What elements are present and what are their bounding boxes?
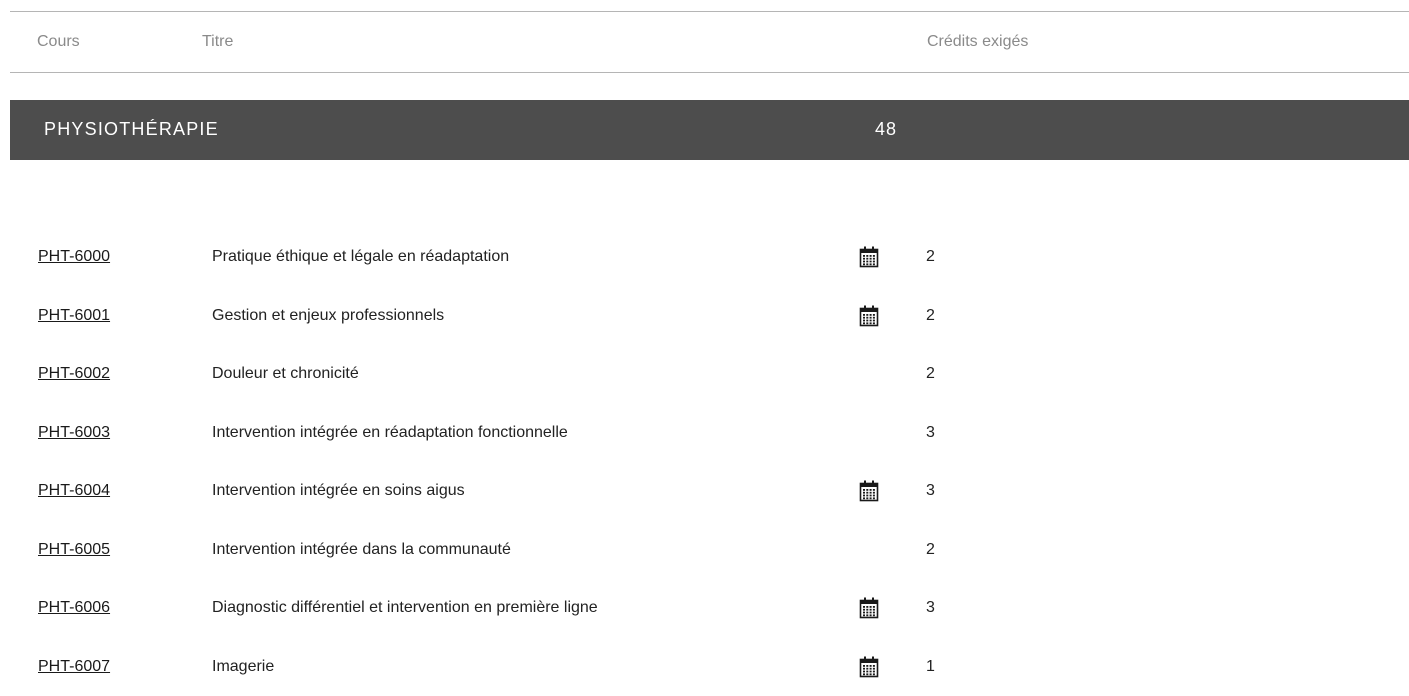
table-row: PHT-6005 Intervention intégrée dans la c… xyxy=(0,521,1409,580)
course-credits: 3 xyxy=(926,599,935,617)
table-row: PHT-6001 Gestion et enjeux professionnel… xyxy=(0,287,1409,346)
course-title: Imagerie xyxy=(212,658,274,676)
table-row: PHT-6007 Imagerie 1 xyxy=(0,638,1409,696)
course-credits: 2 xyxy=(926,541,935,559)
section-header: PHYSIOTHÉRAPIE 48 xyxy=(10,100,1409,160)
course-title: Intervention intégrée en réadaptation fo… xyxy=(212,424,568,442)
column-header-credits: Crédits exigés xyxy=(927,33,1028,51)
calendar-icon[interactable] xyxy=(859,597,879,619)
calendar-icon[interactable] xyxy=(859,246,879,268)
course-credits: 2 xyxy=(926,307,935,325)
course-credits: 2 xyxy=(926,248,935,266)
course-credits: 1 xyxy=(926,658,935,676)
calendar-icon[interactable] xyxy=(859,305,879,327)
course-code-link[interactable]: PHT-6007 xyxy=(38,658,110,676)
column-header-title: Titre xyxy=(202,33,233,51)
calendar-icon[interactable] xyxy=(859,656,879,678)
course-code-link[interactable]: PHT-6000 xyxy=(38,248,110,266)
table-header: Cours Titre Crédits exigés xyxy=(10,11,1409,73)
course-code-link[interactable]: PHT-6004 xyxy=(38,482,110,500)
course-code-link[interactable]: PHT-6005 xyxy=(38,541,110,559)
table-row: PHT-6000 Pratique éthique et légale en r… xyxy=(0,228,1409,287)
course-code-link[interactable]: PHT-6006 xyxy=(38,599,110,617)
calendar-icon[interactable] xyxy=(859,480,879,502)
course-code-link[interactable]: PHT-6001 xyxy=(38,307,110,325)
course-credits: 3 xyxy=(926,482,935,500)
section-title: PHYSIOTHÉRAPIE xyxy=(44,119,219,140)
course-title: Intervention intégrée en soins aigus xyxy=(212,482,465,500)
course-code-link[interactable]: PHT-6003 xyxy=(38,424,110,442)
course-title: Intervention intégrée dans la communauté xyxy=(212,541,511,559)
table-row: PHT-6004 Intervention intégrée en soins … xyxy=(0,462,1409,521)
course-credits: 2 xyxy=(926,365,935,383)
table-row: PHT-6006 Diagnostic différentiel et inte… xyxy=(0,579,1409,638)
course-code-link[interactable]: PHT-6002 xyxy=(38,365,110,383)
course-title: Douleur et chronicité xyxy=(212,365,359,383)
table-row: PHT-6003 Intervention intégrée en réadap… xyxy=(0,404,1409,463)
course-title: Diagnostic différentiel et intervention … xyxy=(212,599,598,617)
table-row: PHT-6002 Douleur et chronicité 2 xyxy=(0,345,1409,404)
course-list: PHT-6000 Pratique éthique et légale en r… xyxy=(0,228,1409,696)
course-title: Pratique éthique et légale en réadaptati… xyxy=(212,248,509,266)
course-title: Gestion et enjeux professionnels xyxy=(212,307,444,325)
section-credits: 48 xyxy=(875,119,897,140)
column-header-course: Cours xyxy=(37,33,80,51)
course-credits: 3 xyxy=(926,424,935,442)
